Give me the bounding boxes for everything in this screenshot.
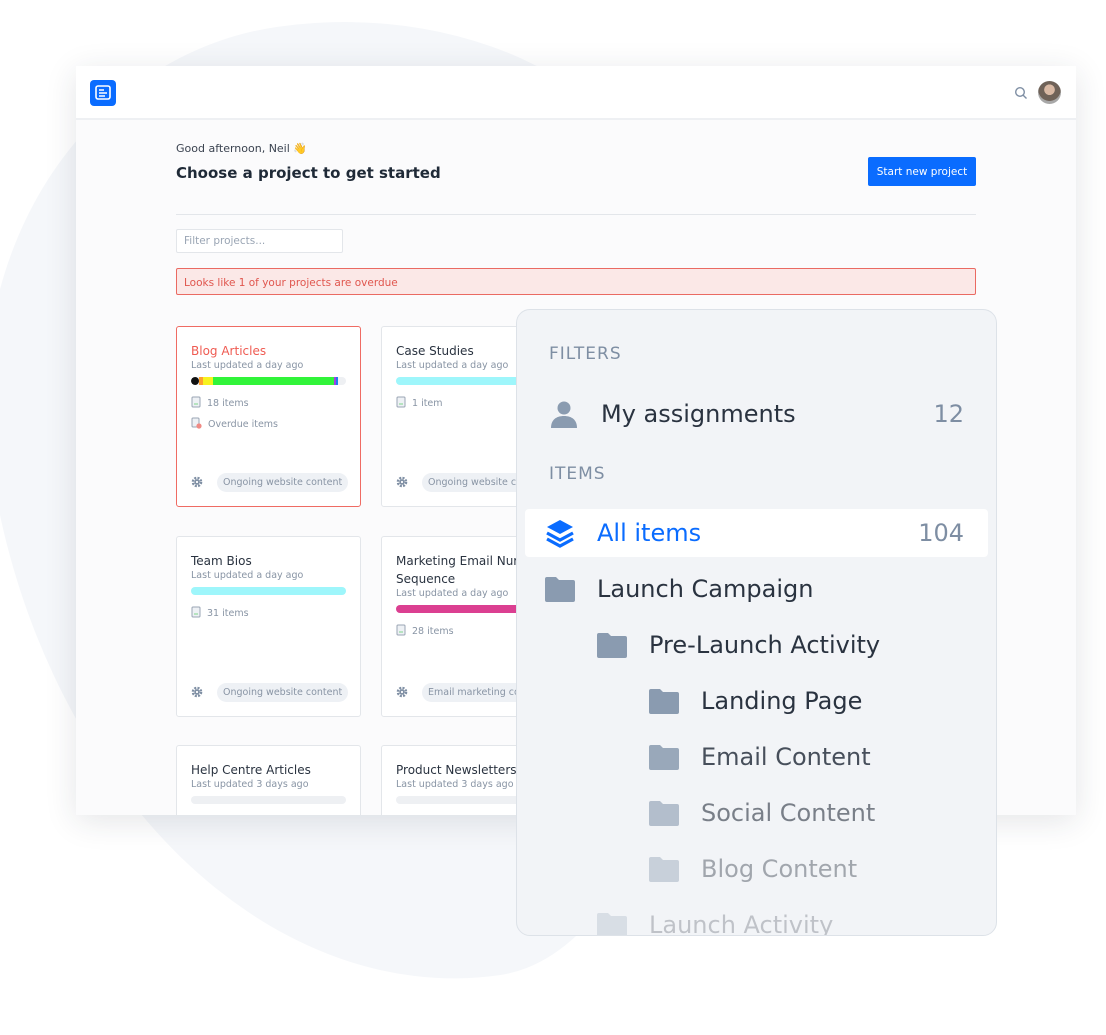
folder-label: Blog Content <box>701 855 858 883</box>
last-updated: Last updated a day ago <box>191 360 304 371</box>
folder-icon <box>649 800 679 826</box>
filters-heading: FILTERS <box>549 344 622 364</box>
filter-projects-input[interactable] <box>176 229 343 253</box>
project-name: Team Bios <box>191 554 252 568</box>
search-icon[interactable] <box>1014 86 1028 100</box>
settings-gear-icon[interactable] <box>396 473 408 492</box>
settings-gear-icon[interactable] <box>191 473 203 492</box>
items-heading: ITEMS <box>549 464 606 484</box>
folder-item[interactable]: Blog Content <box>525 845 988 893</box>
start-new-project-button[interactable]: Start new project <box>868 157 976 186</box>
document-icon <box>396 624 406 639</box>
progress-bar <box>191 796 346 804</box>
all-items[interactable]: All items 104 <box>525 509 988 557</box>
folder-item[interactable]: Social Content <box>525 789 988 837</box>
person-icon <box>549 400 579 428</box>
project-tag[interactable]: Ongoing website content <box>217 683 349 702</box>
progress-segment <box>191 377 199 385</box>
project-name: Blog Articles <box>191 344 267 358</box>
divider <box>176 214 976 215</box>
folder-item[interactable]: Pre-Launch Activity <box>525 621 988 669</box>
progress-segment <box>203 377 213 385</box>
folder-item[interactable]: Landing Page <box>525 677 988 725</box>
app-logo[interactable] <box>90 80 116 106</box>
progress-segment <box>335 377 339 385</box>
settings-gear-icon[interactable] <box>191 683 203 702</box>
all-items-label: All items <box>597 519 702 547</box>
folder-icon <box>545 576 575 602</box>
folder-label: Landing Page <box>701 687 863 715</box>
project-card[interactable]: Help Centre Articles Last updated 3 days… <box>176 745 361 815</box>
overdue-items[interactable]: Overdue items <box>191 417 346 432</box>
top-bar <box>76 66 1076 120</box>
overdue-document-icon <box>191 417 202 432</box>
project-card[interactable]: Blog Articles Last updated a day ago 18 … <box>176 326 361 507</box>
folder-item[interactable]: Launch Campaign <box>525 565 988 613</box>
folder-icon <box>649 856 679 882</box>
folder-label: Social Content <box>701 799 876 827</box>
document-icon <box>396 396 406 411</box>
page-title: Choose a project to get started <box>176 164 441 182</box>
document-icon <box>191 606 201 621</box>
folder-label: Launch Campaign <box>597 575 814 603</box>
filter-my-assignments[interactable]: My assignments 12 <box>525 390 988 438</box>
folder-label: Email Content <box>701 743 871 771</box>
progress-segment <box>212 377 334 385</box>
settings-gear-icon[interactable] <box>396 683 408 702</box>
folder-item[interactable]: Email Content <box>525 733 988 781</box>
project-tag[interactable]: Ongoing website content <box>217 473 349 492</box>
project-card[interactable]: Team Bios Last updated a day ago 31 item… <box>176 536 361 717</box>
folder-icon <box>597 632 627 658</box>
greeting: Good afternoon, Neil 👋 <box>176 142 307 155</box>
document-icon <box>191 396 201 411</box>
item-count: 31 items <box>191 606 346 621</box>
folder-icon <box>649 688 679 714</box>
last-updated: Last updated 3 days ago <box>191 779 309 790</box>
progress-segment <box>191 587 346 595</box>
last-updated: Last updated a day ago <box>191 570 304 581</box>
folder-label: Pre-Launch Activity <box>649 631 881 659</box>
folder-icon <box>649 744 679 770</box>
layers-icon <box>545 518 575 548</box>
item-count: 18 items <box>191 396 346 411</box>
project-name: Help Centre Articles <box>191 763 311 777</box>
progress-bar <box>191 377 346 385</box>
folder-label: Launch Activity <box>649 911 834 936</box>
all-items-count: 104 <box>918 519 964 547</box>
filters-panel: FILTERS My assignments 12 ITEMS All item… <box>516 309 997 936</box>
user-avatar[interactable] <box>1038 81 1061 104</box>
my-assignments-count: 12 <box>933 400 964 428</box>
folder-item[interactable]: Launch Activity <box>525 901 988 936</box>
folder-icon <box>597 912 627 935</box>
overdue-alert: Looks like 1 of your projects are overdu… <box>176 268 976 295</box>
progress-bar <box>191 587 346 595</box>
my-assignments-label: My assignments <box>601 400 796 428</box>
